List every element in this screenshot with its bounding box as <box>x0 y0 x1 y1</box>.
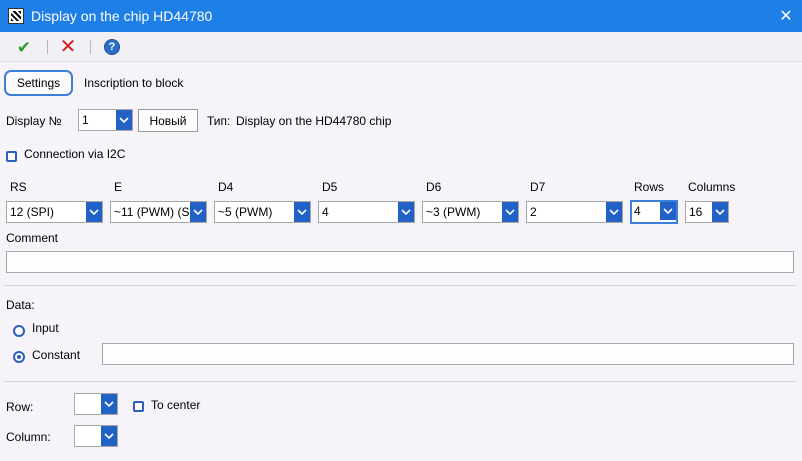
column-select[interactable] <box>74 425 118 447</box>
d4-select[interactable]: ~5 (PWM) <box>214 201 311 223</box>
tab-settings[interactable]: Settings <box>4 70 73 96</box>
close-button[interactable]: ✕ <box>770 0 802 32</box>
d4-label: D4 <box>218 180 234 194</box>
input-radio-label: Input <box>32 321 59 335</box>
rs-value: 12 (SPI) <box>10 205 55 219</box>
type-value: Display on the HD44780 chip <box>236 114 392 128</box>
rows-select[interactable]: 4 <box>630 200 678 224</box>
constant-radio[interactable] <box>13 351 25 363</box>
display-number-label: Display № <box>6 114 62 128</box>
cross-icon: ✕ <box>59 36 77 58</box>
toolbar-separator <box>90 40 91 54</box>
column-label: Column: <box>6 430 51 444</box>
toolbar: ✔ ✕ ? <box>0 32 802 62</box>
display-number-select[interactable]: 1 <box>78 109 133 131</box>
window-title: Display on the chip HD44780 <box>31 8 213 24</box>
d4-value: ~5 (PWM) <box>218 205 273 219</box>
d7-select[interactable]: 2 <box>526 201 623 223</box>
divider <box>4 381 796 382</box>
chevron-down-icon <box>190 202 206 222</box>
columns-value: 16 <box>689 205 703 219</box>
d6-value: ~3 (PWM) <box>426 205 481 219</box>
row-label: Row: <box>6 400 34 414</box>
display-number-value: 1 <box>82 113 89 127</box>
d5-select[interactable]: 4 <box>318 201 415 223</box>
help-icon: ? <box>104 39 120 55</box>
chevron-down-icon <box>101 426 117 446</box>
row-select[interactable] <box>74 393 118 415</box>
chevron-down-icon <box>660 202 676 220</box>
chevron-down-icon <box>712 202 728 222</box>
ok-button[interactable]: ✔ <box>13 36 35 58</box>
help-button[interactable]: ? <box>101 36 123 58</box>
new-display-button[interactable]: Новый <box>138 109 198 132</box>
cancel-button[interactable]: ✕ <box>57 36 79 58</box>
chevron-down-icon <box>502 202 518 222</box>
columns-label: Columns <box>688 180 736 194</box>
e-label: E <box>114 180 123 194</box>
d7-value: 2 <box>530 205 537 219</box>
d5-label: D5 <box>322 180 338 194</box>
tab-inscription-to-block[interactable]: Inscription to block <box>84 76 183 90</box>
check-icon: ✔ <box>16 37 32 57</box>
rows-value: 4 <box>634 204 641 218</box>
comment-label: Comment <box>6 231 59 245</box>
constant-input[interactable] <box>102 343 794 365</box>
to-center-label: To center <box>151 398 201 412</box>
divider <box>4 285 796 286</box>
d5-value: 4 <box>322 205 329 219</box>
e-select[interactable]: ~11 (PWM) (SPI) <box>110 201 207 223</box>
app-icon <box>8 8 24 24</box>
d7-label: D7 <box>530 180 546 194</box>
columns-select[interactable]: 16 <box>685 201 729 223</box>
chevron-down-icon <box>606 202 622 222</box>
i2c-checkbox[interactable] <box>6 151 17 162</box>
title-bar: Display on the chip HD44780 ✕ <box>0 0 802 32</box>
chevron-down-icon <box>116 110 132 130</box>
chevron-down-icon <box>294 202 310 222</box>
d6-label: D6 <box>426 180 442 194</box>
input-radio[interactable] <box>13 325 25 337</box>
chevron-down-icon <box>101 394 117 414</box>
chevron-down-icon <box>398 202 414 222</box>
i2c-label: Connection via I2C <box>24 147 126 161</box>
rows-label: Rows <box>634 180 665 194</box>
close-icon: ✕ <box>779 8 793 25</box>
comment-input[interactable] <box>6 251 794 273</box>
data-label: Data: <box>6 298 35 312</box>
toolbar-separator <box>47 40 48 54</box>
chevron-down-icon <box>86 202 102 222</box>
rs-label: RS <box>10 180 27 194</box>
d6-select[interactable]: ~3 (PWM) <box>422 201 519 223</box>
constant-radio-label: Constant <box>32 348 81 362</box>
type-label: Тип: <box>207 114 231 128</box>
to-center-checkbox[interactable] <box>133 401 144 412</box>
rs-select[interactable]: 12 (SPI) <box>6 201 103 223</box>
